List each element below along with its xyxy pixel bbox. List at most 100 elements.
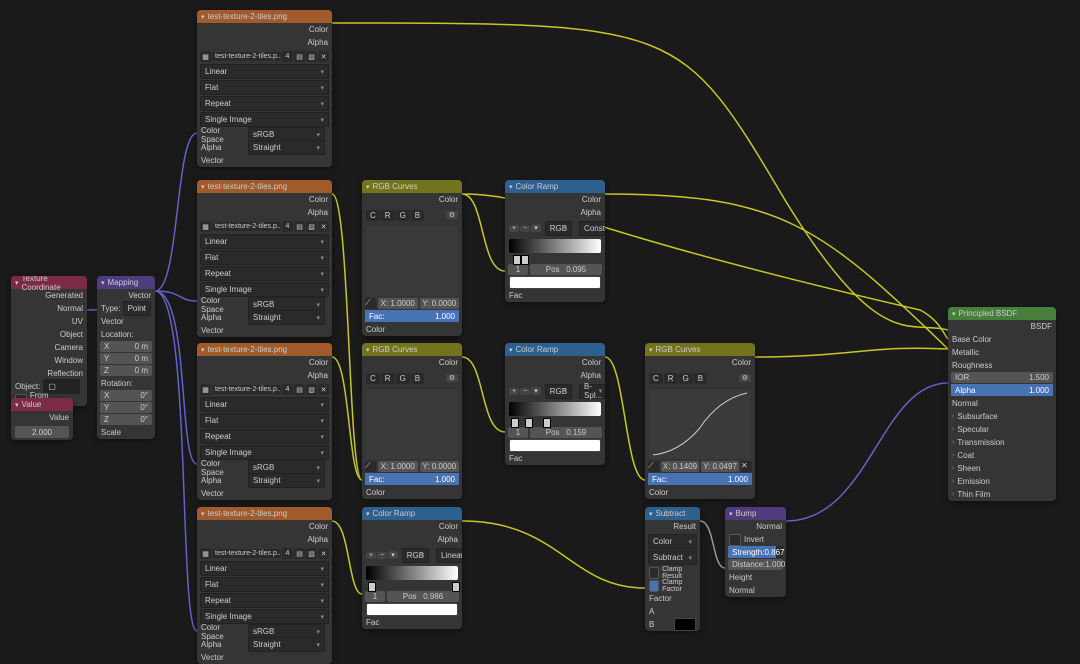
in-vector[interactable]: Vector [197, 154, 332, 167]
group-subsurface[interactable]: ›Subsurface [948, 410, 1056, 423]
image-icon[interactable]: ▦ [200, 51, 211, 62]
in-a[interactable]: A [645, 605, 700, 618]
rot-y[interactable]: Y0° [100, 402, 152, 413]
type-select[interactable]: Point [123, 301, 151, 316]
in-normal[interactable]: Normal [948, 397, 1056, 410]
node-image-texture-3[interactable]: ▾test-texture-2-tiles.png Color Alpha ▦t… [197, 343, 332, 500]
group-sheen[interactable]: ›Sheen [948, 462, 1056, 475]
in-roughness[interactable]: Roughness [948, 359, 1056, 372]
in-scale[interactable]: Scale [97, 426, 155, 439]
ramp-gradient[interactable] [509, 239, 601, 253]
clamp-result[interactable]: Clamp Result [645, 566, 700, 579]
group-transmission[interactable]: ›Transmission [948, 436, 1056, 449]
interp-select[interactable]: Const... [579, 221, 605, 236]
strength-slider[interactable]: Strength:0.867 [728, 546, 783, 558]
node-value[interactable]: ▾Value Value 2.000 [11, 398, 73, 440]
in-vector[interactable]: Vector [197, 324, 332, 337]
unlink-icon[interactable]: ✕ [318, 51, 329, 62]
node-bump[interactable]: ▾Bump Normal Invert Strength:0.867 Dista… [725, 507, 786, 597]
proj-select[interactable]: Flat [200, 80, 329, 95]
out-color[interactable]: Color [362, 193, 462, 206]
ramp-handles[interactable] [509, 255, 601, 263]
interp-select[interactable]: Linear [200, 64, 329, 79]
loc-z[interactable]: Z0 m [100, 365, 152, 376]
type-select[interactable]: Color [648, 534, 697, 549]
node-color-ramp-3[interactable]: ▾Color Ramp Color Alpha +−▾RGBLinear 1Po… [362, 507, 462, 629]
in-vector[interactable]: Vector [97, 315, 155, 328]
alpha-slider[interactable]: Alpha1.000 [951, 384, 1053, 396]
blend-select[interactable]: Subtract [648, 550, 697, 565]
out-result[interactable]: Result [645, 520, 700, 533]
out-camera[interactable]: Camera [11, 341, 87, 354]
out-color[interactable]: Color [197, 23, 332, 36]
mode-select[interactable]: RGB [545, 221, 572, 236]
rot-x[interactable]: X0° [100, 390, 152, 401]
delete-icon[interactable]: ✕ [741, 461, 752, 472]
node-image-texture-2[interactable]: ▾test-texture-2-tiles.png Color Alpha ▦t… [197, 180, 332, 337]
out-normal[interactable]: Normal [725, 520, 786, 533]
clamp-factor[interactable]: Clamp Factor [645, 579, 700, 592]
node-header[interactable]: ▾test-texture-2-tiles.png [197, 180, 332, 193]
channel-tabs[interactable]: CRGB⚙ [362, 206, 462, 224]
node-color-ramp-1[interactable]: ▾Color Ramp Color Alpha +−▾RGBConst... 1… [505, 180, 605, 302]
rot-z[interactable]: Z0° [100, 414, 152, 425]
curve-editor[interactable] [366, 389, 458, 459]
ext-select[interactable]: Repeat [200, 96, 329, 111]
handle-type-icon[interactable]: ⟋ [365, 298, 376, 309]
distance-field[interactable]: Distance:1.000 [728, 559, 783, 570]
out-window[interactable]: Window [11, 354, 87, 367]
fac-slider[interactable]: Fac:1.000 [365, 310, 459, 322]
tools-icon[interactable]: ▾ [531, 224, 541, 232]
in-b[interactable]: B [645, 618, 700, 631]
curve-editor[interactable] [366, 226, 458, 296]
node-principled-bsdf[interactable]: ▾Principled BSDF BSDF Base Color Metalli… [948, 307, 1056, 501]
in-fac[interactable]: Fac [505, 289, 605, 302]
open-file-icon[interactable]: ▤ [294, 51, 305, 62]
image-browser[interactable]: ▦test-texture-2-tiles.p...4▤▧✕ [200, 50, 329, 63]
node-image-texture-1[interactable]: ▾test-texture-2-tiles.png Color Alpha ▦t… [197, 10, 332, 167]
node-rgb-curves-2[interactable]: ▾RGB Curves Color CRGB⚙ ⟋X: 1.0000Y: 0.0… [362, 343, 462, 499]
node-mix-subtract[interactable]: ▾Subtract Result Color Subtract Clamp Re… [645, 507, 700, 631]
value-input[interactable]: 2.000 [15, 426, 69, 438]
remove-stop-icon[interactable]: − [520, 225, 530, 232]
in-normal[interactable]: Normal [725, 584, 786, 597]
node-header[interactable]: ▾Texture Coordinate [11, 276, 87, 289]
loc-x[interactable]: X0 m [100, 341, 152, 352]
out-alpha[interactable]: Alpha [197, 36, 332, 49]
out-bsdf[interactable]: BSDF [948, 320, 1056, 333]
new-icon[interactable]: ▧ [306, 51, 317, 62]
color-swatch[interactable] [505, 276, 605, 289]
node-texture-coordinate[interactable]: ▾Texture Coordinate Generated Normal UV … [11, 276, 87, 406]
out-alpha[interactable]: Alpha [197, 206, 332, 219]
ior-field[interactable]: IOR1.500 [951, 372, 1053, 383]
group-emission[interactable]: ›Emission [948, 475, 1056, 488]
alpha-select[interactable]: Straight [248, 140, 325, 155]
in-factor[interactable]: Factor [645, 592, 700, 605]
out-value[interactable]: Value [11, 411, 73, 424]
node-rgb-curves-3[interactable]: ▾RGB Curves Color CRGB⚙ ⟋X: 0.1409Y: 0.0… [645, 343, 755, 499]
image-browser[interactable]: ▦test-texture-2-tiles.p...4▤▧✕ [200, 220, 329, 233]
pos-field[interactable]: Pos 0.095 [530, 264, 602, 275]
node-image-texture-4[interactable]: ▾test-texture-2-tiles.png Color Alpha ▦t… [197, 507, 332, 664]
users-count[interactable]: 4 [282, 51, 293, 62]
in-metallic[interactable]: Metallic [948, 346, 1056, 359]
tools-icon[interactable]: ⚙ [446, 211, 458, 219]
stop-index[interactable]: 1 [508, 264, 528, 275]
in-base-color[interactable]: Base Color [948, 333, 1056, 346]
node-header[interactable]: ▾Value [11, 398, 73, 411]
loc-y[interactable]: Y0 m [100, 353, 152, 364]
curve-editor[interactable] [649, 389, 751, 459]
group-specular[interactable]: ›Specular [948, 423, 1056, 436]
x-field[interactable]: X: 1.0000 [378, 298, 418, 309]
node-color-ramp-2[interactable]: ▾Color Ramp Color Alpha +−▾RGBB-Spl... 1… [505, 343, 605, 465]
invert[interactable]: Invert [725, 533, 786, 546]
image-name[interactable]: test-texture-2-tiles.p... [212, 52, 281, 61]
group-coat[interactable]: ›Coat [948, 449, 1056, 462]
node-header[interactable]: ▾Mapping [97, 276, 155, 289]
in-height[interactable]: Height [725, 571, 786, 584]
out-object[interactable]: Object [11, 328, 87, 341]
out-color[interactable]: Color [197, 193, 332, 206]
y-field[interactable]: Y: 0.0000 [420, 298, 460, 309]
in-color[interactable]: Color [362, 323, 462, 336]
node-mapping[interactable]: ▾Mapping Vector Type:Point Vector Locati… [97, 276, 155, 439]
